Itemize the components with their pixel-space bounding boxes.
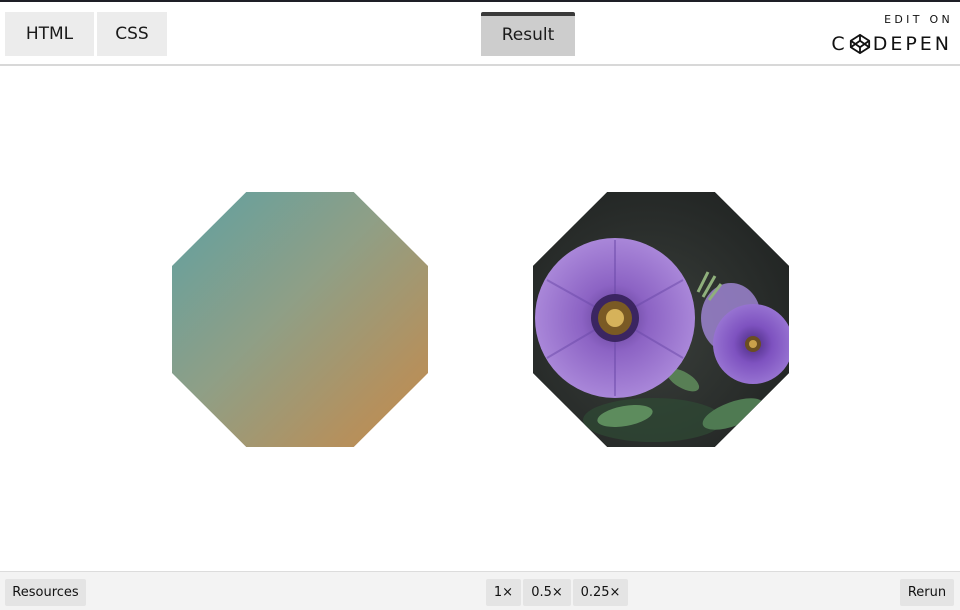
resources-button[interactable]: Resources (5, 579, 86, 606)
editor-footer: Resources 1× 0.5× 0.25× Rerun (0, 571, 960, 610)
codepen-wordmark-end: DEPEN (872, 33, 952, 55)
zoom-1x-button[interactable]: 1× (486, 579, 521, 606)
zoom-0.5x-button[interactable]: 0.5× (523, 579, 571, 606)
editor-header: HTML CSS Result EDIT ON C DEPEN (0, 0, 960, 66)
codepen-wordmark-start: C (831, 33, 848, 55)
tab-result[interactable]: Result (481, 12, 575, 56)
flower-photo-icon (533, 192, 789, 447)
codepen-wordmark: C DEPEN (831, 32, 952, 56)
flower-image-octagon (533, 192, 789, 447)
edit-on-label[interactable]: EDIT ON (823, 13, 953, 26)
rerun-button[interactable]: Rerun (900, 579, 954, 606)
codepen-cube-icon (849, 33, 870, 55)
result-preview (0, 66, 960, 571)
gradient-octagon (172, 192, 428, 447)
tab-css[interactable]: CSS (97, 12, 167, 56)
zoom-0.25x-button[interactable]: 0.25× (573, 579, 628, 606)
codepen-logo-link[interactable]: C DEPEN (828, 32, 952, 56)
tab-html[interactable]: HTML (5, 12, 94, 56)
